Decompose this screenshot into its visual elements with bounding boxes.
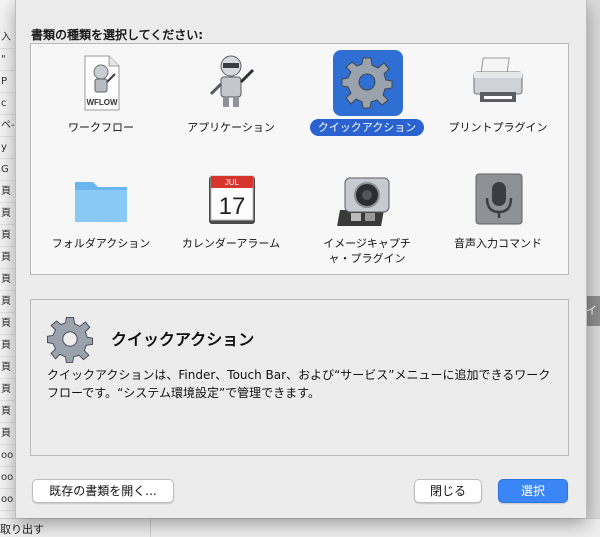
description-title: クイックアクション: [111, 330, 255, 349]
type-label: カレンダーアラーム: [181, 237, 281, 250]
svg-text:JUL: JUL: [225, 178, 240, 187]
gear-icon: [341, 57, 393, 109]
open-existing-document-button[interactable]: 既存の書類を開く...: [32, 479, 174, 503]
description-panel: クイックアクション クイックアクションは、Finder、Touch Bar、およ…: [30, 299, 569, 456]
svg-text:17: 17: [219, 193, 246, 220]
automator-robot-icon: [209, 55, 255, 107]
type-label: 音声入力コマンド: [454, 237, 542, 250]
printer-icon: [473, 57, 523, 102]
choose-button[interactable]: 選択: [498, 479, 568, 503]
description-text: クイックアクションは、Finder、Touch Bar、および“サービス”メニュ…: [47, 368, 551, 400]
type-label: プリントプラグイン: [448, 121, 548, 134]
microphone-icon: [475, 173, 523, 225]
image-capture-icon: [337, 177, 390, 226]
background-bottom-bar: 取り出す: [0, 518, 600, 537]
type-label: ワークフロー: [68, 121, 134, 134]
workflow-document-icon: WFLOW: [84, 55, 120, 111]
dialog-title: 書類の種類を選択してください:: [31, 28, 204, 42]
choose-document-type-dialog: 書類の種類を選択してください: WFLOW ワークフロー アプリケーション クイ…: [15, 0, 587, 518]
calendar-icon: JUL 17: [209, 175, 255, 224]
document-type-grid: WFLOW ワークフロー アプリケーション クイックアクション プリントプラグイ…: [30, 43, 569, 275]
background-bottom-text: 取り出す: [0, 523, 44, 536]
type-label: フォルダアクション: [51, 237, 151, 250]
divider: [150, 519, 151, 537]
type-label: クイックアクション: [309, 119, 425, 136]
type-label: アプリケーション: [187, 121, 275, 134]
svg-text:WFLOW: WFLOW: [86, 98, 118, 107]
gear-icon: [47, 316, 93, 363]
close-button[interactable]: 閉じる: [414, 479, 482, 503]
type-label-line-2: ャ・プラグイン: [328, 252, 406, 265]
folder-icon: [75, 182, 127, 222]
